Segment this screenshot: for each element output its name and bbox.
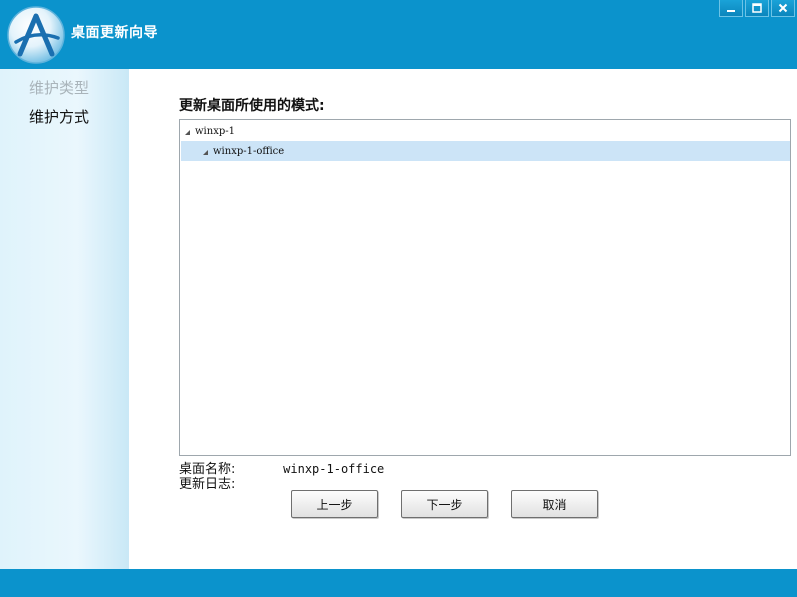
expand-triangle-icon[interactable] (185, 129, 190, 135)
desktop-name-value: winxp-1-office (283, 462, 385, 476)
update-log-label: 更新日志: (179, 477, 236, 492)
maximize-button[interactable] (745, 0, 769, 17)
tree-item-label: winxp-1-office (213, 145, 285, 157)
close-button[interactable] (771, 0, 795, 17)
window-title: 桌面更新向导 (71, 25, 158, 41)
next-button[interactable]: 下一步 (401, 490, 488, 518)
update-log-row: 更新日志: (179, 473, 279, 492)
tree-item-label: winxp-1 (195, 125, 235, 137)
step-maintenance-type: 维护类型 (29, 79, 90, 97)
mode-tree[interactable]: winxp-1 winxp-1-office (179, 119, 791, 456)
app-logo-icon (7, 6, 65, 64)
previous-button[interactable]: 上一步 (291, 490, 378, 518)
tree-item-winxp-1[interactable]: winxp-1 (185, 121, 785, 141)
cancel-button[interactable]: 取消 (511, 490, 598, 518)
window-controls (719, 0, 795, 17)
maximize-icon (752, 3, 762, 13)
close-icon (778, 3, 788, 13)
wizard-content: 更新桌面所使用的模式: winxp-1 winxp-1-office 桌面名称:… (129, 69, 797, 569)
tree-item-winxp-1-office[interactable]: winxp-1-office (181, 141, 790, 161)
wizard-steps-sidebar: 维护类型 维护方式 (0, 69, 129, 569)
page-heading: 更新桌面所使用的模式: (179, 98, 325, 114)
step-maintenance-method: 维护方式 (29, 108, 90, 126)
bottom-bar (0, 569, 797, 597)
title-bar: 桌面更新向导 (0, 0, 797, 69)
minimize-icon (727, 10, 735, 12)
minimize-button[interactable] (719, 0, 743, 17)
expand-triangle-icon[interactable] (203, 149, 208, 155)
